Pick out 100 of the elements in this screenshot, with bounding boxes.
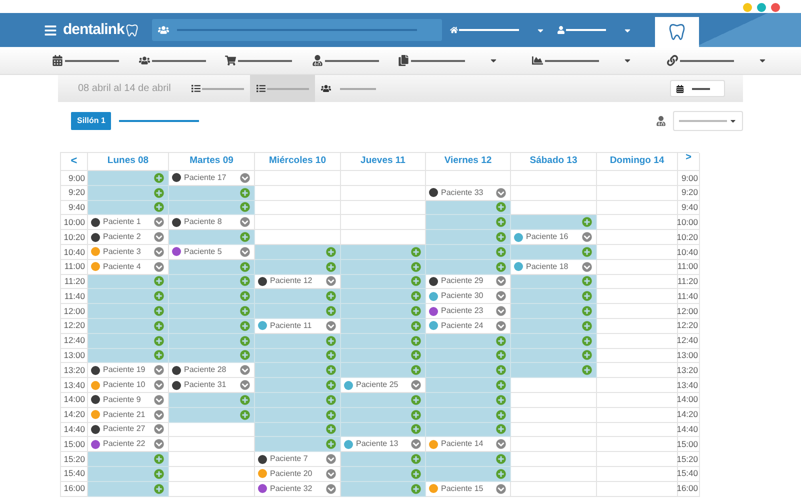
appointment-slot[interactable]: Paciente 12: [255, 274, 341, 290]
doctor-select[interactable]: [673, 111, 743, 131]
free-slot[interactable]: [426, 452, 511, 467]
free-slot[interactable]: [341, 363, 426, 378]
appointment-slot[interactable]: Paciente 18: [511, 260, 597, 275]
appointment-slot[interactable]: Paciente 24: [426, 318, 511, 334]
appointment-slot[interactable]: Paciente 21: [88, 408, 169, 423]
free-slot[interactable]: [341, 289, 426, 304]
appointment-slot[interactable]: Paciente 32: [255, 482, 341, 497]
free-slot[interactable]: [169, 260, 255, 275]
appointment-slot[interactable]: Paciente 19: [88, 363, 169, 378]
free-slot[interactable]: [341, 318, 426, 334]
free-slot[interactable]: [88, 171, 169, 186]
free-slot[interactable]: [426, 244, 511, 260]
free-slot[interactable]: [511, 348, 597, 364]
appointment-slot[interactable]: Paciente 20: [255, 466, 341, 482]
appointment-slot[interactable]: Paciente 31: [169, 378, 255, 393]
free-slot[interactable]: [426, 466, 511, 482]
free-slot[interactable]: [169, 304, 255, 319]
free-slot[interactable]: [426, 422, 511, 438]
free-slot[interactable]: [169, 186, 255, 201]
free-slot[interactable]: [341, 334, 426, 349]
free-slot[interactable]: [426, 392, 511, 408]
free-slot[interactable]: [88, 304, 169, 319]
free-slot[interactable]: [426, 348, 511, 364]
appointment-slot[interactable]: Paciente 29: [426, 274, 511, 290]
free-slot[interactable]: [511, 304, 597, 319]
free-slot[interactable]: [426, 260, 511, 275]
free-slot[interactable]: [341, 422, 426, 438]
appointment-slot[interactable]: Paciente 28: [169, 363, 255, 378]
appointment-slot[interactable]: Paciente 33: [426, 186, 511, 201]
free-slot[interactable]: [88, 318, 169, 334]
free-slot[interactable]: [511, 318, 597, 334]
free-slot[interactable]: [511, 244, 597, 260]
appointment-slot[interactable]: Paciente 14: [426, 437, 511, 452]
free-slot[interactable]: [88, 482, 169, 497]
free-slot[interactable]: [88, 274, 169, 290]
chair-button[interactable]: Sillón 1: [71, 112, 112, 130]
free-slot[interactable]: [88, 452, 169, 467]
free-slot[interactable]: [255, 363, 341, 378]
appointment-slot[interactable]: Paciente 15: [426, 482, 511, 497]
appointment-slot[interactable]: Paciente 1: [88, 215, 169, 230]
free-slot[interactable]: [169, 334, 255, 349]
free-slot[interactable]: [426, 378, 511, 393]
appointment-slot[interactable]: Paciente 4: [88, 260, 169, 275]
search-field[interactable]: [152, 19, 442, 41]
appointment-slot[interactable]: Paciente 22: [88, 437, 169, 452]
appointment-slot[interactable]: Paciente 16: [511, 230, 597, 245]
free-slot[interactable]: [426, 215, 511, 230]
free-slot[interactable]: [169, 274, 255, 290]
free-slot[interactable]: [341, 348, 426, 364]
appointment-slot[interactable]: Paciente 9: [88, 392, 169, 408]
appointment-slot[interactable]: Paciente 2: [88, 230, 169, 245]
appointment-slot[interactable]: Paciente 3: [88, 244, 169, 260]
free-slot[interactable]: [511, 274, 597, 290]
appointment-slot[interactable]: Paciente 7: [255, 452, 341, 467]
appointment-slot[interactable]: Paciente 27: [88, 422, 169, 438]
free-slot[interactable]: [341, 392, 426, 408]
free-slot[interactable]: [169, 230, 255, 245]
appointment-slot[interactable]: Paciente 25: [341, 378, 426, 393]
appointment-slot[interactable]: Paciente 8: [169, 215, 255, 230]
free-slot[interactable]: [341, 466, 426, 482]
nav-dropdown[interactable]: [557, 26, 632, 34]
appointment-slot[interactable]: Paciente 13: [341, 437, 426, 452]
free-slot[interactable]: [341, 244, 426, 260]
free-slot[interactable]: [255, 408, 341, 423]
free-slot[interactable]: [511, 334, 597, 349]
free-slot[interactable]: [255, 437, 341, 452]
free-slot[interactable]: [88, 348, 169, 364]
free-slot[interactable]: [169, 392, 255, 408]
appointment-slot[interactable]: Paciente 23: [426, 304, 511, 319]
free-slot[interactable]: [169, 348, 255, 364]
appointment-slot[interactable]: Paciente 30: [426, 289, 511, 304]
date-picker-button[interactable]: [670, 80, 725, 97]
free-slot[interactable]: [341, 260, 426, 275]
free-slot[interactable]: [255, 304, 341, 319]
free-slot[interactable]: [511, 289, 597, 304]
free-slot[interactable]: [255, 244, 341, 260]
free-slot[interactable]: [88, 466, 169, 482]
free-slot[interactable]: [426, 363, 511, 378]
appointment-slot[interactable]: Paciente 10: [88, 378, 169, 393]
free-slot[interactable]: [255, 289, 341, 304]
free-slot[interactable]: [341, 274, 426, 290]
next-week-button[interactable]: >: [686, 153, 692, 163]
free-slot[interactable]: [341, 452, 426, 467]
nav-dropdown[interactable]: [450, 26, 546, 34]
free-slot[interactable]: [88, 289, 169, 304]
dental-tab[interactable]: [655, 17, 699, 47]
previous-week-button[interactable]: <: [70, 156, 78, 167]
free-slot[interactable]: [341, 482, 426, 497]
appointment-slot[interactable]: Paciente 17: [169, 171, 255, 186]
free-slot[interactable]: [426, 230, 511, 245]
appointment-slot[interactable]: Paciente 5: [169, 244, 255, 260]
free-slot[interactable]: [255, 348, 341, 364]
free-slot[interactable]: [255, 334, 341, 349]
free-slot[interactable]: [341, 408, 426, 423]
free-slot[interactable]: [88, 200, 169, 216]
free-slot[interactable]: [341, 304, 426, 319]
appointment-slot[interactable]: Paciente 11: [255, 318, 341, 334]
free-slot[interactable]: [255, 422, 341, 438]
